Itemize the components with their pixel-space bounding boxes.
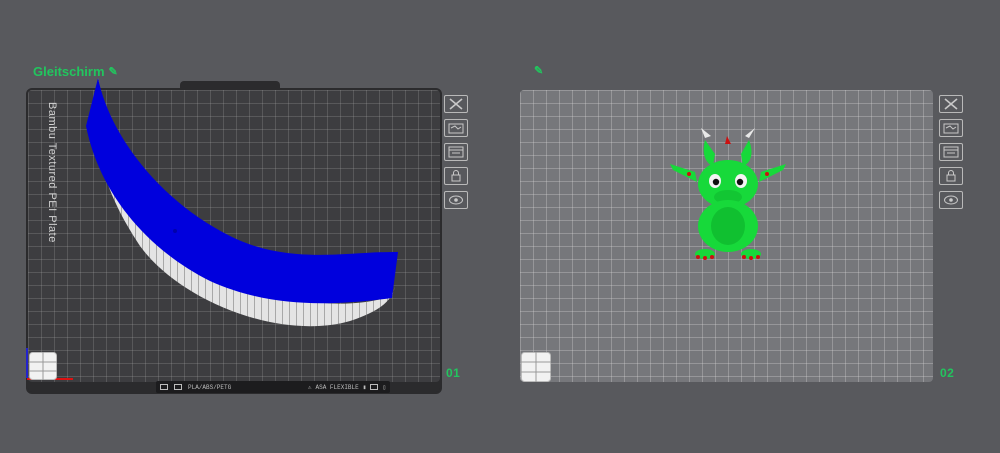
lock-plate-button[interactable] xyxy=(444,167,468,185)
auto-arrange-icon xyxy=(943,123,959,134)
plate-1-grid-icon xyxy=(29,352,57,380)
plate-settings-button[interactable] xyxy=(939,143,963,161)
close-icon xyxy=(449,98,463,110)
lock-icon xyxy=(946,170,956,182)
checkbox-icon xyxy=(160,384,168,390)
auto-arrange-button[interactable] xyxy=(444,119,468,137)
battery-icon: ▮ xyxy=(362,383,367,391)
plate-info-strip: PLA/ABS/PETG ⚠ ASA FLEXIBLE ▮ ▯ xyxy=(156,381,390,393)
plate-2-title[interactable]: ✎ xyxy=(530,64,543,77)
layout-icon xyxy=(943,146,959,158)
view-plate-button[interactable] xyxy=(444,191,468,209)
filament-icon xyxy=(174,384,182,390)
view-plate-button[interactable] xyxy=(939,191,963,209)
plate-2-grid-icon xyxy=(521,352,551,382)
dragon-figurine-model[interactable] xyxy=(665,126,791,266)
plate-2-toolbar xyxy=(939,95,963,209)
edit-pencil-icon[interactable]: ✎ xyxy=(534,64,543,77)
y-axis-indicator xyxy=(26,348,28,378)
auto-arrange-icon xyxy=(448,123,464,134)
layout-icon xyxy=(448,146,464,158)
delete-plate-button[interactable] xyxy=(444,95,468,113)
plate-settings-button[interactable] xyxy=(444,143,468,161)
delete-plate-button[interactable] xyxy=(939,95,963,113)
plate-type-label: Bambu Textured PEI Plate xyxy=(46,102,58,243)
filament-types: PLA/ABS/PETG xyxy=(188,383,232,391)
close-icon xyxy=(944,98,958,110)
plate-info-text: ASA FLEXIBLE xyxy=(315,383,359,391)
trash-icon: ▯ xyxy=(382,383,386,391)
wing-top-surface xyxy=(86,78,398,304)
warning-icon: ⚠ xyxy=(307,383,312,391)
lock-plate-button[interactable] xyxy=(939,167,963,185)
paraglider-wing-model[interactable] xyxy=(80,76,410,336)
auto-arrange-button[interactable] xyxy=(939,119,963,137)
screen-icon xyxy=(370,384,379,390)
plate-1-number: 01 xyxy=(446,366,461,380)
eye-icon xyxy=(449,195,463,205)
eye-icon xyxy=(944,195,958,205)
plate-1-toolbar xyxy=(444,95,468,209)
plate-2-number: 02 xyxy=(940,366,955,380)
lock-icon xyxy=(451,170,461,182)
